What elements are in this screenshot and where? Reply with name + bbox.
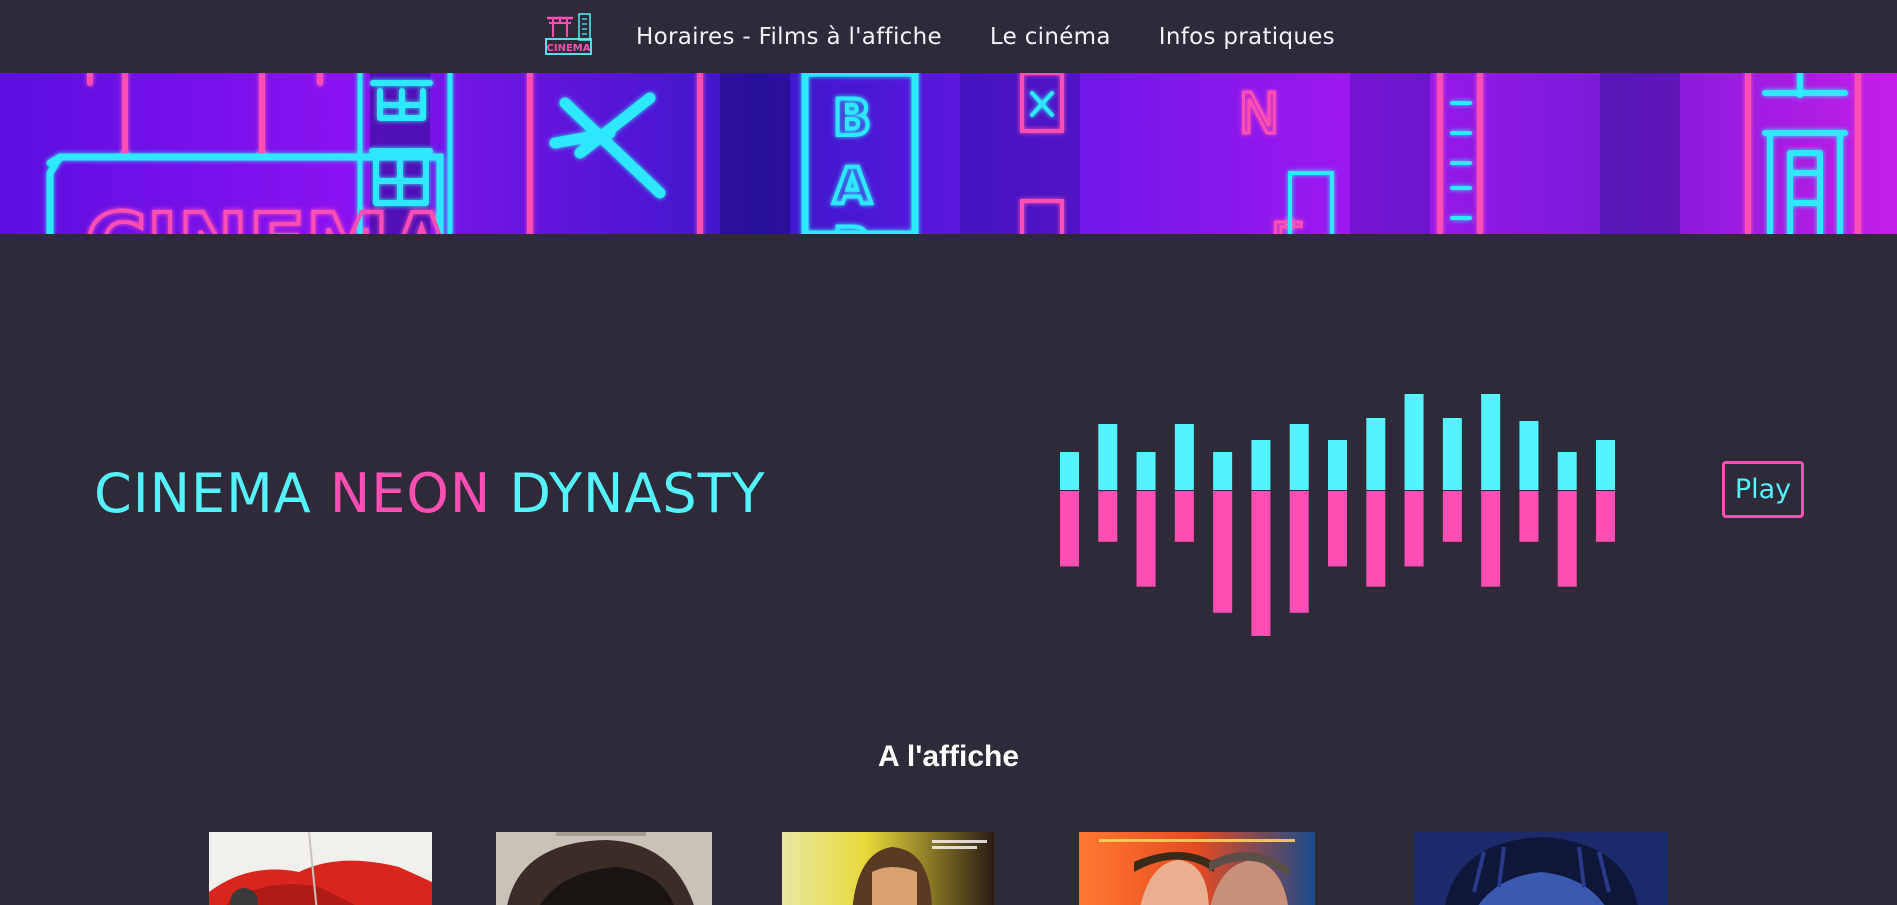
logo-text: CINEMA	[547, 43, 591, 54]
svg-text:B: B	[833, 89, 871, 147]
equalizer-bar-down	[1328, 491, 1347, 567]
equalizer-bar-up	[1596, 440, 1615, 490]
equalizer-bar-up	[1289, 424, 1309, 490]
svg-text:N: N	[1238, 82, 1280, 147]
equalizer-bar-down	[1174, 491, 1194, 542]
equalizer-bar-up	[1060, 452, 1079, 490]
equalizer-bar-up	[1519, 421, 1539, 490]
nav-links: Horaires - Films à l'affiche Le cinéma I…	[636, 0, 1383, 73]
equalizer-bar-up	[1251, 440, 1271, 490]
neon-banner-image: CINEMA B A R N E	[0, 73, 1897, 234]
equalizer-bar-down	[1366, 491, 1386, 587]
equalizer-bar-down	[1404, 491, 1424, 567]
equalizer-bar-down	[1136, 491, 1156, 587]
equalizer-bar-up	[1557, 452, 1577, 490]
equalizer-bar-down	[1442, 491, 1462, 542]
poster-akira[interactable]	[209, 832, 432, 905]
equalizer-bar-up	[1328, 440, 1347, 490]
top-navigation: CINEMA Horaires - Films à l'affiche Le c…	[0, 0, 1897, 73]
equalizer-bar-down	[1519, 491, 1539, 542]
equalizer-bar-down	[1557, 491, 1577, 587]
equalizer-bar-up	[1174, 424, 1194, 490]
equalizer-bar-up	[1213, 452, 1233, 490]
poster-row	[0, 832, 1897, 905]
cinema-logo[interactable]: CINEMA	[543, 10, 594, 56]
hero-title-cinema: CINEMA	[94, 462, 330, 525]
hero-title-neon: NEON	[329, 462, 492, 525]
nav-link-le-cinema[interactable]: Le cinéma	[990, 24, 1111, 50]
audio-equalizer	[1060, 394, 1615, 636]
svg-text:A: A	[833, 157, 872, 215]
nav-link-infos-pratiques[interactable]: Infos pratiques	[1159, 24, 1335, 50]
svg-text:E: E	[1270, 212, 1305, 234]
poster-blade-runner[interactable]	[782, 832, 994, 905]
poster-ghost-in-the-shell[interactable]	[1414, 832, 1668, 905]
equalizer-bar-down	[1596, 491, 1615, 542]
equalizer-bar-down	[1289, 491, 1309, 613]
play-button[interactable]: Play	[1722, 461, 1804, 518]
equalizer-bar-up	[1366, 418, 1386, 490]
hero-title: CINEMA NEON DYNASTY	[94, 462, 766, 525]
svg-text:R: R	[833, 217, 872, 234]
neon-signs-illustration: CINEMA B A R N E	[46, 73, 1861, 234]
equalizer-bar-down	[1251, 491, 1271, 636]
equalizer-bar-down	[1481, 491, 1501, 587]
equalizer-bar-down	[1213, 491, 1233, 613]
equalizer-bar-up	[1098, 424, 1118, 490]
equalizer-bar-up	[1442, 418, 1462, 490]
poster-blade-runner-2049[interactable]	[1079, 832, 1315, 905]
hero-title-dynasty: DYNASTY	[491, 462, 766, 525]
section-title-a-laffiche: A l'affiche	[877, 740, 1020, 773]
equalizer-bar-down	[1060, 491, 1079, 567]
equalizer-bar-up	[1481, 394, 1501, 490]
equalizer-bar-up	[1404, 394, 1424, 490]
nav-link-horaires[interactable]: Horaires - Films à l'affiche	[636, 24, 942, 50]
equalizer-bar-up	[1136, 452, 1156, 490]
equalizer-bar-down	[1098, 491, 1118, 542]
poster-portrait[interactable]	[496, 832, 712, 905]
